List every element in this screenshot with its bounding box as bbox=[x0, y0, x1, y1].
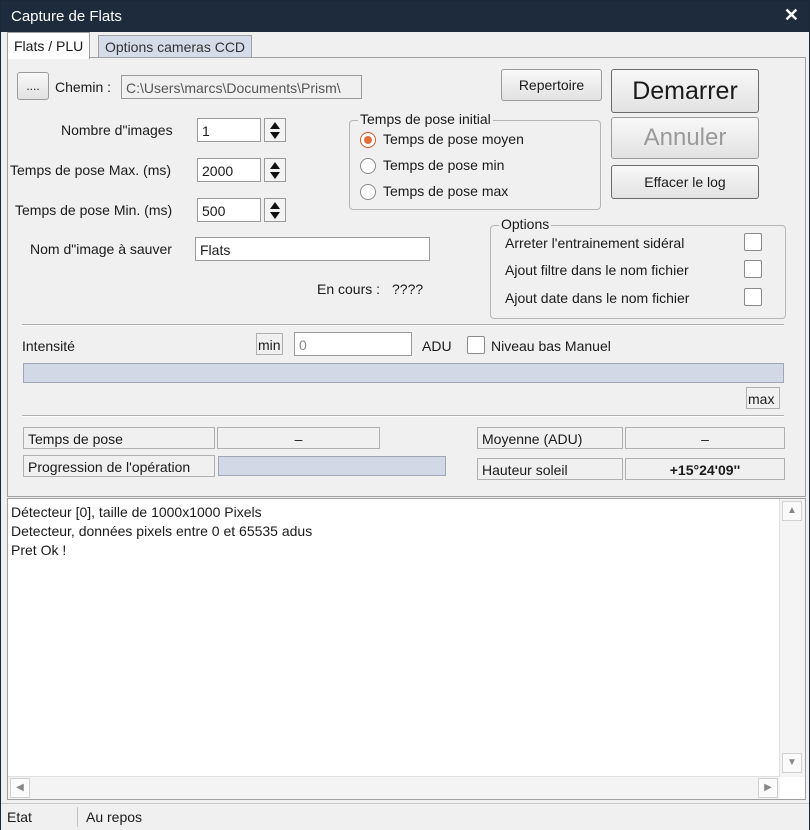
demarrer-button[interactable]: Demarrer bbox=[611, 69, 759, 113]
pose-min-stepper[interactable] bbox=[264, 198, 286, 222]
title-bar: Capture de Flats ✕ bbox=[1, 1, 809, 32]
pose-min-input[interactable]: 500 bbox=[197, 198, 261, 222]
window-title: Capture de Flats bbox=[11, 8, 122, 25]
scroll-right-icon[interactable]: ▶ bbox=[758, 778, 778, 798]
radio-pose-max-label: Temps de pose max bbox=[383, 183, 509, 199]
status-label: Etat bbox=[7, 809, 32, 825]
scroll-down-icon[interactable]: ▼ bbox=[782, 753, 802, 773]
status-value: Au repos bbox=[86, 809, 143, 825]
path-label: Chemin : bbox=[55, 79, 112, 95]
nom-image-label: Nom d"image à sauver bbox=[30, 241, 172, 257]
nb-images-label: Nombre d"images bbox=[61, 122, 173, 138]
options-legend: Options bbox=[499, 216, 552, 232]
radio-pose-moyen[interactable] bbox=[360, 132, 376, 148]
option-arreter-checkbox[interactable] bbox=[744, 233, 762, 251]
tab-flats-plu[interactable]: Flats / PLU bbox=[7, 32, 91, 59]
log-area[interactable]: Détecteur [0], taille de 1000x1000 Pixel… bbox=[7, 498, 806, 800]
moyenne-label: Moyenne (ADU) bbox=[477, 427, 623, 449]
pose-max-stepper[interactable] bbox=[264, 158, 286, 182]
option-date-checkbox[interactable] bbox=[744, 288, 762, 306]
flats-tab-panel: .... Chemin : C:\Users\marcs\Documents\P… bbox=[7, 57, 806, 497]
pose-initial-group: Temps de pose initial Temps de pose moye… bbox=[349, 111, 601, 210]
separator-bottom bbox=[22, 415, 784, 417]
option-date-label: Ajout date dans le nom fichier bbox=[505, 290, 690, 306]
nom-image-input[interactable]: Flats bbox=[195, 237, 430, 261]
pose-min-label: Temps de pose Min. (ms) bbox=[15, 202, 173, 218]
niveau-bas-manuel-checkbox[interactable] bbox=[467, 336, 485, 354]
min-label: min bbox=[256, 333, 283, 355]
status-bar: Etat Au repos bbox=[1, 803, 809, 830]
progression-label: Progression de l'opération bbox=[23, 455, 215, 477]
radio-pose-min-label: Temps de pose min bbox=[383, 157, 505, 173]
radio-pose-moyen-label: Temps de pose moyen bbox=[383, 131, 524, 147]
en-cours-label: En cours : bbox=[317, 281, 381, 297]
temps-pose-label: Temps de pose bbox=[23, 427, 215, 449]
repertoire-button[interactable]: Repertoire bbox=[501, 69, 602, 101]
niveau-bas-manuel-label: Niveau bas Manuel bbox=[491, 338, 611, 354]
temps-pose-value: – bbox=[217, 427, 380, 449]
log-line: Détecteur [0], taille de 1000x1000 Pixel… bbox=[11, 504, 262, 520]
radio-pose-max[interactable] bbox=[360, 184, 376, 200]
scroll-left-icon[interactable]: ◀ bbox=[10, 778, 30, 798]
pose-initial-legend: Temps de pose initial bbox=[358, 111, 493, 127]
radio-pose-min[interactable] bbox=[360, 158, 376, 174]
capture-flats-window: Capture de Flats ✕ Flats / PLU Options c… bbox=[0, 0, 810, 830]
option-filtre-label: Ajout filtre dans le nom fichier bbox=[505, 262, 689, 278]
progression-bar bbox=[218, 456, 446, 476]
log-line: Detecteur, données pixels entre 0 et 655… bbox=[11, 523, 313, 539]
nb-images-input[interactable]: 1 bbox=[197, 118, 261, 142]
log-horizontal-scrollbar[interactable]: ◀ ▶ bbox=[8, 776, 780, 799]
option-arreter-label: Arreter l'entrainement sidéral bbox=[505, 235, 685, 251]
moyenne-value: – bbox=[625, 427, 785, 449]
options-group: Options Arreter l'entrainement sidéral A… bbox=[490, 216, 786, 319]
status-divider bbox=[77, 807, 78, 827]
pose-max-label: Temps de pose Max. (ms) bbox=[10, 162, 172, 178]
effacer-log-button[interactable]: Effacer le log bbox=[611, 165, 759, 199]
en-cours-value: ???? bbox=[392, 281, 424, 297]
log-vertical-scrollbar[interactable]: ▲ ▼ bbox=[779, 499, 805, 777]
option-filtre-checkbox[interactable] bbox=[744, 260, 762, 278]
annuler-button[interactable]: Annuler bbox=[611, 117, 759, 159]
hauteur-soleil-value: +15°24'09'' bbox=[625, 458, 785, 480]
intensite-label: Intensité bbox=[22, 338, 75, 354]
intensity-bar bbox=[23, 363, 784, 383]
nb-images-stepper[interactable] bbox=[264, 118, 286, 142]
log-line: Pret Ok ! bbox=[11, 542, 67, 558]
hauteur-soleil-label: Hauteur soleil bbox=[477, 458, 623, 480]
tab-options-cameras-ccd[interactable]: Options cameras CCD bbox=[98, 35, 253, 58]
close-icon[interactable]: ✕ bbox=[784, 5, 799, 26]
min-intensity-input[interactable]: 0 bbox=[294, 332, 412, 356]
separator-top bbox=[22, 324, 784, 326]
scroll-up-icon[interactable]: ▲ bbox=[782, 501, 802, 521]
path-field[interactable]: C:\Users\marcs\Documents\Prism\ bbox=[121, 75, 362, 99]
adu-unit-label: ADU bbox=[422, 338, 452, 354]
pose-max-input[interactable]: 2000 bbox=[197, 158, 261, 182]
max-label: max bbox=[746, 387, 780, 409]
browse-path-button[interactable]: .... bbox=[17, 72, 49, 100]
